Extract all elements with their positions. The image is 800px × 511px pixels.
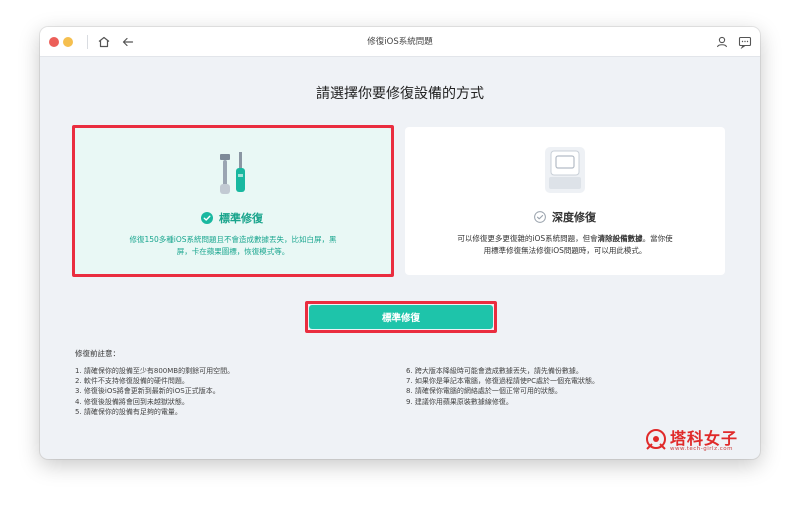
note-item: 5. 請確保你的設備有足夠的電量。 — [75, 407, 182, 416]
deep-repair-title-row: 深度修復 — [405, 209, 725, 226]
standard-desc-line-2: 屏，卡在蘋果圖標，恢復模式等。 — [176, 247, 290, 256]
deep-repair-description: 可以修復更多更復雜的iOS系統問題，但會清除設備數據。當你使 用標準修復無法修復… — [433, 233, 697, 257]
watermark: 塔科女子 www.tech-girlz.com — [644, 424, 750, 458]
deep-repair-title: 深度修復 — [552, 211, 596, 224]
page-heading: 請選擇你要修復設備的方式 — [316, 86, 484, 102]
start-standard-repair-button[interactable]: 標準修復 — [309, 305, 493, 329]
note-item: 6. 跨大版本降級時可能會造成數據丟失，請先備份數據。 — [406, 367, 583, 375]
device-illustration — [405, 147, 725, 195]
user-icon[interactable] — [714, 34, 730, 50]
standard-repair-title: 標準修復 — [219, 212, 263, 225]
note-item: 7. 如果你是筆記本電腦，修復過程請使PC處於一個充電狀態。 — [406, 377, 600, 386]
notes-list-left: 1. 請確保你的設備至少有800MB的剩餘可用空間。 2. 軟件不支持修復設備的… — [75, 366, 234, 417]
watermark-url: www.tech-girlz.com — [670, 446, 733, 452]
standard-desc-line-1: 修復150多種iOS系統問題且不會造成數據丟失，比如白屏，黑 — [129, 235, 337, 244]
title-bar: 修復iOS系統問題 — [40, 27, 760, 57]
window-title: 修復iOS系統問題 — [367, 37, 433, 47]
notes-list-right: 6. 跨大版本降級時可能會造成數據丟失，請先備份數據。 7. 如果你是筆記本電腦… — [406, 366, 599, 407]
standard-repair-card[interactable]: 標準修復 修復150多種iOS系統問題且不會造成數據丟失，比如白屏，黑 屏，卡在… — [72, 127, 392, 275]
deep-repair-card[interactable]: 深度修復 可以修復更多更復雜的iOS系統問題，但會清除設備數據。當你使 用標準修… — [405, 127, 725, 275]
notes-title: 修復前註意： — [75, 349, 120, 358]
note-item: 1. 請確保你的設備至少有800MB的剩餘可用空間。 — [75, 367, 235, 375]
note-item: 2. 軟件不支持修復設備的硬件問題。 — [75, 377, 189, 386]
deep-desc-line-1-post: 。當你使 — [642, 234, 673, 243]
deep-desc-warning: 清除設備數據 — [597, 234, 643, 243]
check-circle-icon — [201, 212, 213, 227]
note-item: 3. 修復後iOS將會更新到最新的iOS正式版本。 — [75, 387, 220, 396]
standard-repair-description: 修復150多種iOS系統問題且不會造成數據丟失，比如白屏，黑 屏，卡在蘋果圖標，… — [101, 234, 365, 258]
check-circle-icon — [534, 211, 546, 226]
deep-desc-line-2: 用標準修復無法修復iOS問題時，可以用此模式。 — [483, 246, 647, 255]
deep-desc-line-1: 可以修復更多更復雜的iOS系統問題，但會清除設備數據。當你使 — [433, 233, 697, 245]
feedback-icon[interactable] — [737, 34, 753, 50]
note-item: 9. 建議你用蘋果原裝數據線修復。 — [406, 397, 513, 406]
watermark-logo-icon — [644, 427, 668, 457]
deep-desc-line-1-pre: 可以修復更多更復雜的iOS系統問題，但會 — [457, 234, 598, 243]
note-item: 8. 請確保你電腦的網絡處於一個正常可用的狀態。 — [406, 387, 562, 396]
app-window: 修復iOS系統問題 請選擇你要修復設備的方式 標準修復 修復150多種iOS系統… — [40, 27, 760, 459]
standard-repair-title-row: 標準修復 — [73, 210, 391, 227]
note-item: 4. 修復後設備將會回到未越獄狀態。 — [75, 397, 189, 406]
tools-illustration — [73, 148, 391, 196]
